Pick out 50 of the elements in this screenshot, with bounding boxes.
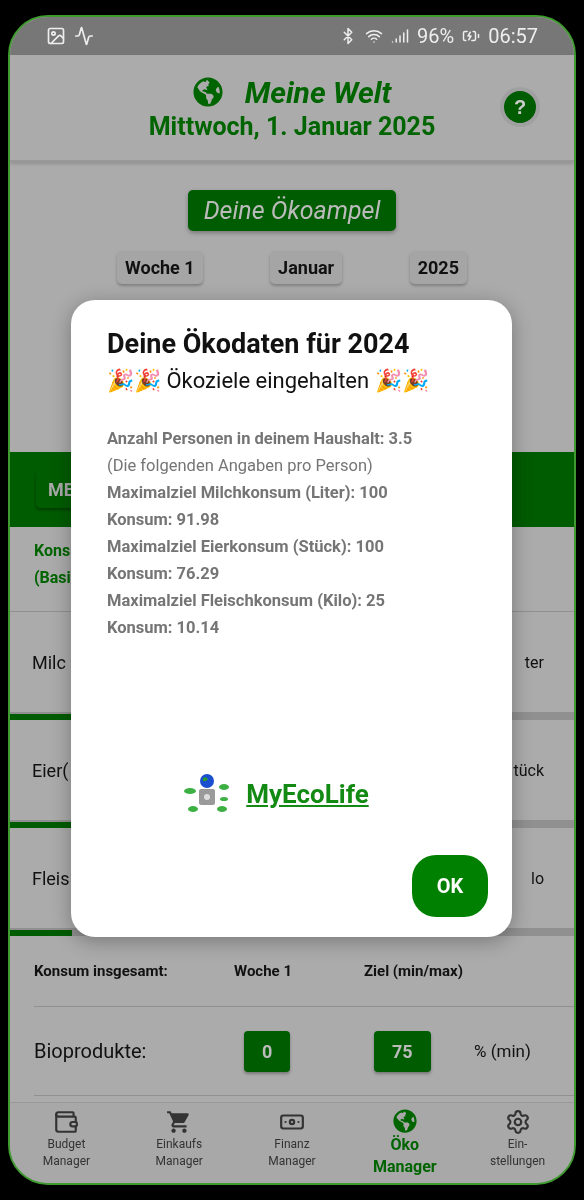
column-header: Konsum insgesamt: xyxy=(34,962,169,980)
target-field[interactable]: 75 xyxy=(374,1030,431,1072)
period-button[interactable]: 2025 xyxy=(409,251,467,284)
signal-icon xyxy=(391,27,410,45)
globe-icon xyxy=(392,1109,417,1133)
info-line: (Die folgenden Angaben pro Person) xyxy=(107,456,374,475)
wifi-icon xyxy=(365,27,384,45)
column-header: Ziel (min/max) xyxy=(364,962,464,980)
app-title: Meine Welt xyxy=(244,74,392,110)
row-unit: lo xyxy=(531,868,544,888)
info-line: Anzahl Personen in deinem Haushalt: 3.5 xyxy=(107,429,414,448)
nav-item[interactable]: Finanz Manager xyxy=(235,1103,349,1179)
info-line: Maximalziel Eierkonsum (Stück): 100 xyxy=(107,537,385,556)
wallet-icon xyxy=(53,1109,80,1135)
globe-icon xyxy=(192,77,223,107)
row-unit: tück xyxy=(513,760,544,780)
section-label: Kons xyxy=(34,541,71,560)
image-icon xyxy=(46,26,66,46)
nav-item[interactable]: Einkaufs Manager xyxy=(122,1103,236,1179)
clock: 06:57 xyxy=(488,24,538,48)
logo-icon xyxy=(184,773,231,815)
info-line: Konsum: 76.29 xyxy=(107,564,221,583)
section-label: (Basi xyxy=(34,568,71,587)
help-button[interactable]: ? xyxy=(504,91,536,123)
info-line: Maximalziel Milchkonsum (Liter): 100 xyxy=(107,483,389,502)
unit-label: % (min) xyxy=(474,1041,532,1061)
row-label: Fleis xyxy=(32,867,70,889)
period-button[interactable]: Woche 1 xyxy=(117,251,203,284)
info-line: Konsum: 10.14 xyxy=(107,618,221,637)
battery-percent: 96% xyxy=(417,24,455,48)
row-unit: ter xyxy=(524,652,544,672)
info-line: Konsum: 91.98 xyxy=(107,510,221,529)
eco-light-button[interactable]: Deine Ökoampel xyxy=(187,190,397,231)
dialog-title: Deine Ökodaten für 2024 xyxy=(107,328,411,360)
settings-icon xyxy=(504,1109,531,1135)
period-button[interactable]: Januar xyxy=(270,251,343,284)
info-line: Maximalziel Fleischkonsum (Kilo): 25 xyxy=(107,591,386,610)
brand-link[interactable]: MyEcoLife xyxy=(246,779,369,809)
row-label: Bioprodukte: xyxy=(34,1039,148,1063)
column-header: Woche 1 xyxy=(234,962,293,980)
row-label: Eier( xyxy=(32,759,69,781)
nav-item[interactable]: Ein- stellungen xyxy=(461,1103,574,1179)
date-label: Mittwoch, 1. Januar 2025 xyxy=(148,111,436,141)
nav-item[interactable]: Budget Manager xyxy=(10,1103,123,1179)
activity-icon xyxy=(74,26,94,46)
row-label: Milc xyxy=(32,651,66,673)
nav-item[interactable]: Öko Manager xyxy=(348,1103,462,1179)
dialog-subtitle: 🎉🎉 Ökoziele eingehalten 🎉🎉 xyxy=(107,368,430,393)
ok-button[interactable]: OK xyxy=(412,855,488,917)
value-field[interactable]: 0 xyxy=(244,1030,291,1072)
